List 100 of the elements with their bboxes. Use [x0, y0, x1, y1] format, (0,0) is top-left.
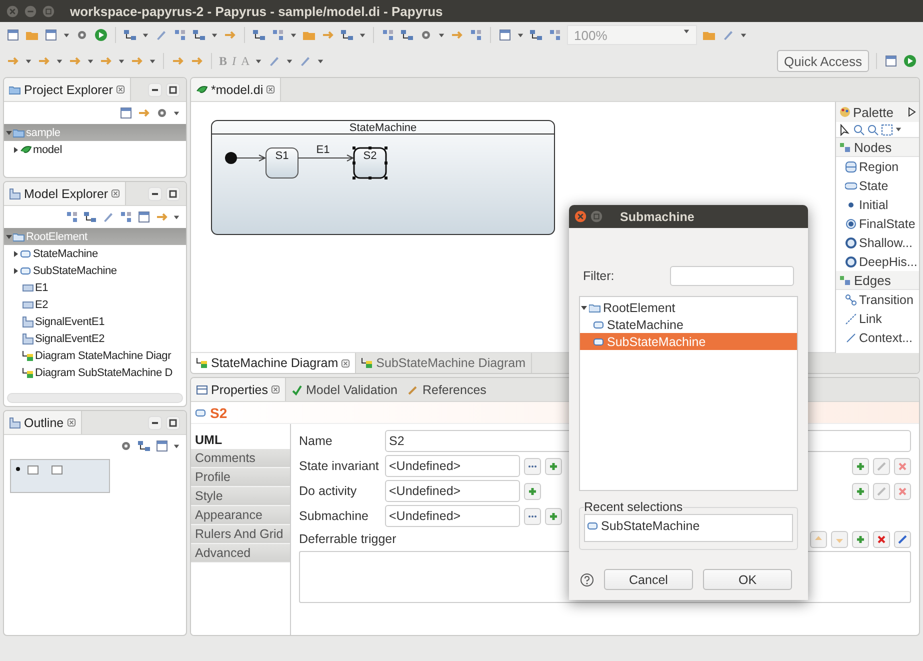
caret-icon: [740, 32, 747, 38]
tree-item[interactable]: SignalEventE1: [4, 313, 186, 330]
delete-button[interactable]: [873, 530, 890, 548]
tree-item[interactable]: model: [4, 141, 186, 158]
tree-item[interactable]: E1: [4, 279, 186, 296]
gear-icon[interactable]: [75, 28, 89, 42]
category-tab[interactable]: Appearance: [191, 506, 290, 525]
pencil-icon[interactable]: [721, 28, 735, 42]
category-tab[interactable]: Advanced: [191, 544, 290, 563]
diagram-icon[interactable]: [123, 28, 137, 42]
diagram-icon[interactable]: [340, 28, 354, 42]
diagram-icon[interactable]: [137, 439, 151, 453]
tree-item[interactable]: E2: [4, 296, 186, 313]
page-icon[interactable]: [6, 28, 20, 42]
delete-button[interactable]: [894, 458, 911, 474]
dialog-button[interactable]: Cancel: [604, 569, 693, 590]
page-icon[interactable]: [884, 54, 898, 68]
palette-tool[interactable]: DeepHis...: [836, 252, 919, 271]
browse-button[interactable]: [524, 508, 541, 524]
grid-icon[interactable]: [173, 28, 187, 42]
add-button[interactable]: [852, 458, 869, 474]
pencil-icon[interactable]: [154, 28, 168, 42]
diagram-icon[interactable]: [252, 28, 266, 42]
page-icon[interactable]: [498, 28, 512, 42]
scrollbar[interactable]: [7, 393, 183, 403]
gear-icon[interactable]: [419, 28, 433, 42]
grid-icon[interactable]: [119, 210, 133, 224]
tree-item[interactable]: SubStateMachine: [4, 262, 186, 279]
palette-tool[interactable]: Link: [836, 309, 919, 328]
palette-tool[interactable]: Initial: [836, 195, 919, 214]
maximize-icon: [166, 82, 180, 96]
page-icon[interactable]: [137, 210, 151, 224]
state-node[interactable]: S2: [352, 146, 388, 180]
tree-item[interactable]: SignalEventE2: [4, 330, 186, 347]
palette-tool[interactable]: State: [836, 176, 919, 195]
move-up-button[interactable]: [810, 530, 827, 548]
palette-tool[interactable]: Transition: [836, 290, 919, 309]
quick-access-button[interactable]: Quick Access: [776, 50, 869, 72]
tree-item[interactable]: RootElement: [580, 299, 797, 316]
dialog-button[interactable]: OK: [703, 569, 792, 590]
add-button[interactable]: [545, 508, 562, 524]
list-item[interactable]: SubStateMachine: [586, 517, 791, 534]
diagram-tab[interactable]: SubStateMachine Diagram: [356, 353, 532, 373]
gear-icon[interactable]: [155, 106, 169, 120]
grid-icon[interactable]: [271, 28, 285, 42]
play-icon[interactable]: [94, 28, 108, 42]
palette-tool[interactable]: Shallow...: [836, 233, 919, 252]
add-button[interactable]: [524, 482, 541, 500]
palette-tool[interactable]: Region: [836, 157, 919, 176]
gear-icon[interactable]: [119, 439, 133, 453]
panel-tab[interactable]: Outline: [4, 411, 82, 434]
tree-item[interactable]: StateMachine: [580, 316, 797, 333]
panel-tab[interactable]: Model Explorer: [4, 182, 126, 205]
page-icon[interactable]: [44, 28, 58, 42]
tree-item[interactable]: Diagram StateMachine Diagr: [4, 347, 186, 364]
grid-icon[interactable]: [469, 28, 483, 42]
text-field[interactable]: <Undefined>: [385, 455, 520, 477]
category-tab[interactable]: Comments: [191, 449, 290, 468]
plus-icon: [856, 486, 865, 496]
diagram-icon[interactable]: [192, 28, 206, 42]
diagram-icon[interactable]: [529, 28, 543, 42]
diagram-icon[interactable]: [400, 28, 414, 42]
browse-button[interactable]: [524, 458, 541, 474]
zoom-out-icon: [867, 124, 879, 136]
page-icon[interactable]: [119, 106, 133, 120]
diagram-tab[interactable]: StateMachine Diagram: [191, 353, 356, 373]
caret-icon: [118, 58, 125, 64]
text-field[interactable]: <Undefined>: [385, 505, 520, 527]
palette-drawer[interactable]: Edges: [836, 271, 919, 290]
category-tab[interactable]: Profile: [191, 468, 290, 487]
category-tab[interactable]: Rulers And Grid: [191, 525, 290, 544]
initial-node[interactable]: [225, 152, 237, 164]
state-node[interactable]: S1: [266, 148, 298, 178]
panel-tab[interactable]: Project Explorer: [4, 78, 131, 101]
add-button[interactable]: [852, 482, 869, 500]
diagram-icon[interactable]: [83, 210, 97, 224]
palette-tool[interactable]: FinalState: [836, 214, 919, 233]
filter-field[interactable]: [670, 266, 794, 286]
page-icon[interactable]: [155, 439, 169, 453]
add-button[interactable]: [852, 530, 869, 548]
editor-tab[interactable]: *model.di: [191, 78, 282, 101]
category-tab[interactable]: Style: [191, 487, 290, 506]
properties-tab[interactable]: References: [402, 378, 492, 401]
delete-button[interactable]: [894, 482, 911, 500]
properties-tab[interactable]: Model Validation: [286, 378, 402, 401]
add-button[interactable]: [545, 458, 562, 474]
tree-item[interactable]: StateMachine: [4, 245, 186, 262]
caret-icon: [438, 32, 445, 38]
tree-item[interactable]: Diagram SubStateMachine D: [4, 364, 186, 381]
transition-arrow[interactable]: [298, 154, 354, 162]
grid-icon[interactable]: [381, 28, 395, 42]
edit-button[interactable]: [894, 530, 911, 548]
palette-drawer[interactable]: Nodes: [836, 138, 919, 157]
field-label: State invariant: [299, 459, 380, 473]
text-field[interactable]: <Undefined>: [385, 480, 520, 502]
help-icon: [580, 572, 594, 586]
grid-icon[interactable]: [548, 28, 562, 42]
properties-tab[interactable]: Properties: [191, 378, 286, 401]
play-icon[interactable]: [903, 54, 917, 68]
palette-tool[interactable]: Context...: [836, 328, 919, 347]
